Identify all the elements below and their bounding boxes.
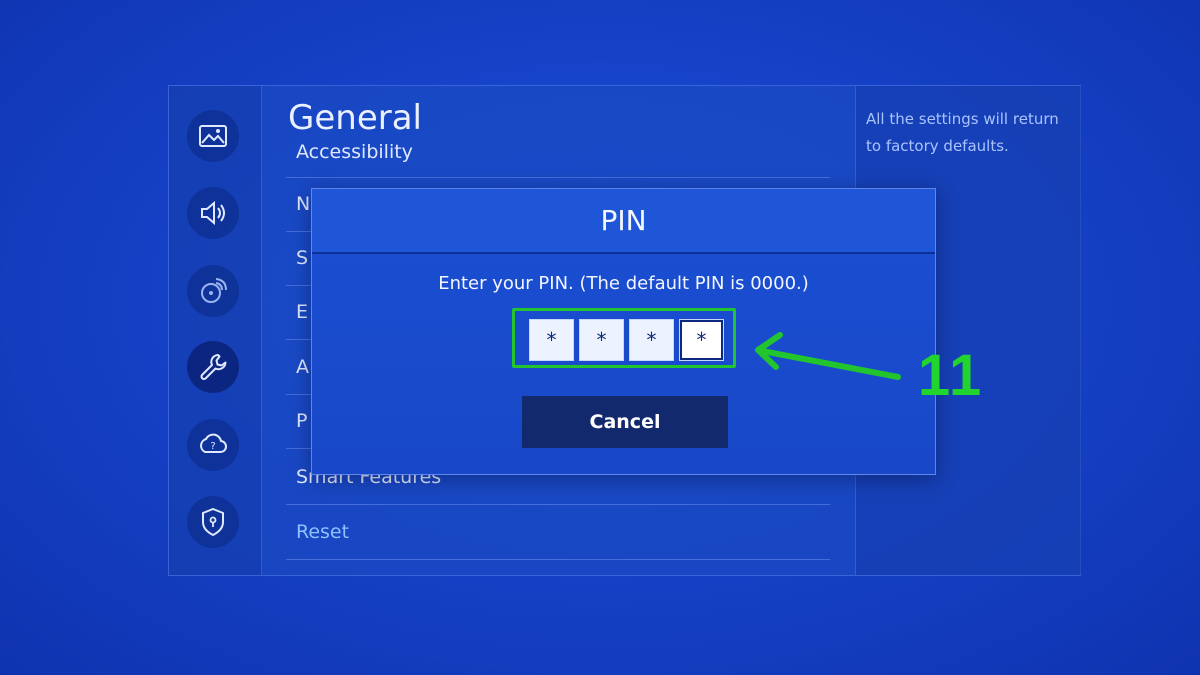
picture-icon[interactable] bbox=[187, 110, 239, 162]
pin-digit-3[interactable]: * bbox=[629, 319, 674, 361]
cancel-button[interactable]: Cancel bbox=[522, 396, 728, 448]
pin-input-highlight: * * * * bbox=[512, 308, 736, 368]
pin-prompt: Enter your PIN. (The default PIN is 0000… bbox=[438, 273, 809, 294]
support-icon[interactable]: ? bbox=[187, 419, 239, 471]
annotation-arrow-icon bbox=[755, 332, 901, 380]
category-sidebar: ? bbox=[169, 86, 261, 575]
pin-digit-2[interactable]: * bbox=[579, 319, 624, 361]
menu-item-reset[interactable]: Reset bbox=[286, 506, 830, 560]
dialog-header: PIN bbox=[312, 189, 935, 254]
info-description: All the settings will return to factory … bbox=[866, 110, 1059, 155]
svg-text:?: ? bbox=[210, 441, 215, 452]
annotation-step-number: 11 bbox=[918, 343, 984, 408]
broadcasting-icon[interactable] bbox=[187, 265, 239, 317]
pin-digit-1[interactable]: * bbox=[529, 319, 574, 361]
dialog-title: PIN bbox=[600, 204, 647, 237]
sound-icon[interactable] bbox=[187, 187, 239, 239]
pin-digit-4[interactable]: * bbox=[679, 319, 724, 361]
privacy-shield-icon[interactable] bbox=[187, 496, 239, 548]
general-wrench-icon[interactable] bbox=[187, 341, 239, 393]
page-title: General bbox=[288, 98, 422, 138]
